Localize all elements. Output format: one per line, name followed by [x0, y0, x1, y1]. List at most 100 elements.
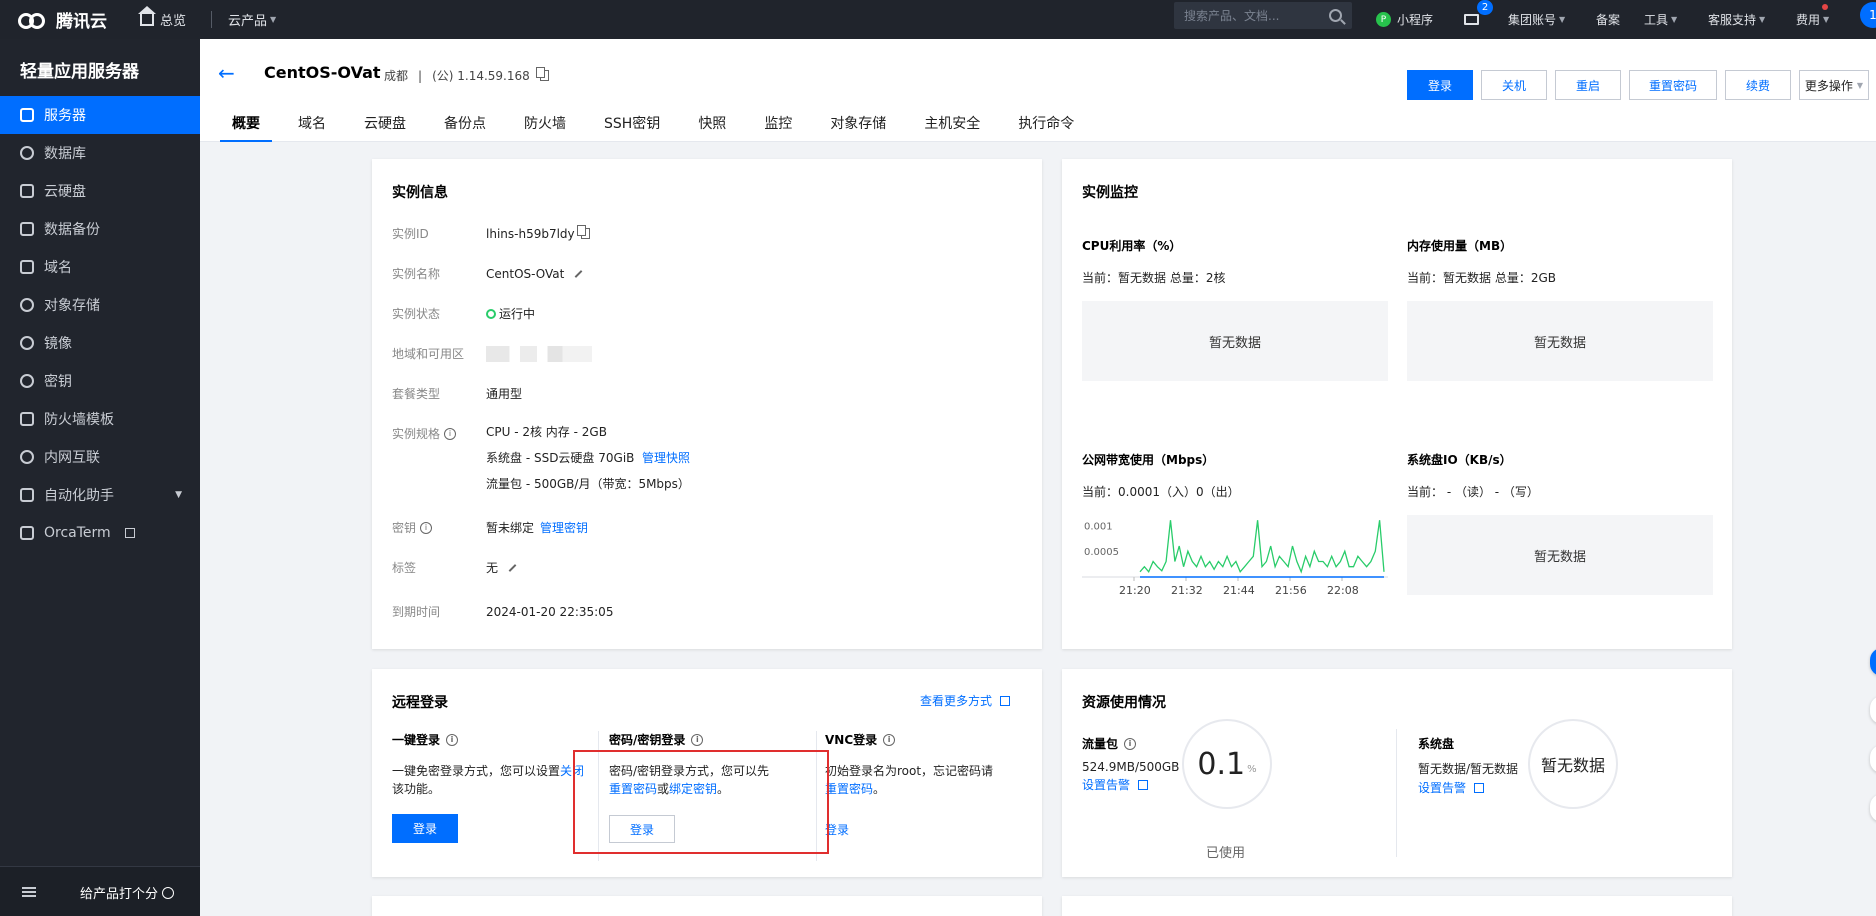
- status-badge: 运行中: [499, 307, 536, 321]
- restart-button[interactable]: 重启: [1555, 70, 1621, 100]
- floating-tool-button[interactable]: [1870, 696, 1876, 724]
- feedback-button[interactable]: 给产品打个分: [80, 883, 175, 902]
- instance-meta: 成都 | (公) 1.14.59.168: [384, 67, 549, 84]
- tab-object-storage[interactable]: 对象存储: [818, 113, 898, 142]
- manage-key-link[interactable]: 管理密钥: [540, 519, 588, 536]
- sidebar-item-server[interactable]: 服务器: [0, 96, 200, 134]
- tag-value: 无: [486, 561, 499, 575]
- sidebar-item-firewall[interactable]: 防火墙模板: [0, 400, 200, 438]
- spec-disk-line: 系统盘 - SSD云硬盘 70GiB 管理快照: [486, 445, 690, 471]
- password-login-head: 密码/密钥登录 i: [609, 731, 809, 748]
- sidebar-item-image[interactable]: 镜像: [0, 324, 200, 362]
- collapse-menu-icon[interactable]: [22, 887, 36, 897]
- copy-icon[interactable]: [576, 225, 590, 239]
- sidebar-item-disk[interactable]: 云硬盘: [0, 172, 200, 210]
- edit-icon[interactable]: [508, 563, 517, 572]
- nav-products[interactable]: 云产品 ▼: [228, 0, 276, 39]
- info-icon[interactable]: i: [444, 427, 457, 440]
- info-icon[interactable]: i: [883, 733, 896, 746]
- sidebar-item-backup[interactable]: 数据备份: [0, 210, 200, 248]
- more-login-methods-link[interactable]: 查看更多方式: [920, 692, 1010, 709]
- sidebar-item-automation[interactable]: 自动化助手 ▼: [0, 476, 200, 514]
- manage-snapshot-link[interactable]: 管理快照: [642, 451, 690, 465]
- info-value: [486, 345, 592, 362]
- topbar-item-tools[interactable]: 工具 ▼: [1644, 0, 1677, 39]
- edit-icon[interactable]: [574, 269, 583, 278]
- sidebar-item-orcaterm[interactable]: OrcaTerm: [0, 514, 200, 552]
- topbar-item-label: 费用: [1796, 13, 1821, 27]
- y-tick-label: 0.001: [1084, 521, 1113, 532]
- back-arrow-icon[interactable]: ←: [218, 63, 235, 83]
- traffic-alarm-link[interactable]: 设置告警: [1082, 776, 1179, 793]
- shutdown-button[interactable]: 关机: [1481, 70, 1547, 100]
- search-input[interactable]: 搜索产品、文档...: [1174, 2, 1352, 29]
- info-value: 无: [486, 559, 517, 576]
- sidebar-item-key[interactable]: 密钥: [0, 362, 200, 400]
- more-actions-dropdown[interactable]: 更多操作 ▼: [1799, 70, 1869, 100]
- floating-tool-button[interactable]: [1870, 745, 1876, 773]
- cpu-monitor-sub: 当前：暂无数据 总量：2核: [1082, 271, 1226, 285]
- system-disk: 系统盘 暂无数据/暂无数据 设置告警: [1418, 735, 1518, 796]
- tab-firewall[interactable]: 防火墙: [512, 113, 578, 142]
- reset-password-button[interactable]: 重置密码: [1629, 70, 1717, 100]
- disk-icon: [20, 184, 34, 198]
- memory-monitor: 内存使用量（MB） 当前：暂无数据 总量：2GB: [1407, 237, 1556, 286]
- vnc-reset-password-link[interactable]: 重置密码: [825, 782, 873, 796]
- tab-backup[interactable]: 备份点: [432, 113, 498, 142]
- desc-text: 。: [873, 782, 886, 796]
- system-disk-value: 暂无数据/暂无数据: [1418, 762, 1519, 776]
- desc-text: 一键免密登录方式，您可以设置: [392, 764, 561, 778]
- mini-program-label: 小程序: [1397, 13, 1434, 27]
- tab-overview[interactable]: 概要: [220, 113, 272, 142]
- server-icon: [20, 108, 34, 122]
- topbar-item-support[interactable]: 客服支持 ▼: [1708, 0, 1765, 39]
- x-tick-label: 21:44: [1223, 584, 1255, 597]
- mini-program-link[interactable]: P 小程序: [1376, 0, 1433, 39]
- instance-id: lhins-h59b7ldy: [486, 226, 575, 241]
- info-row-expire: 到期时间 2024-01-20 22:35:05: [392, 603, 613, 620]
- floating-help-button[interactable]: [1870, 648, 1876, 676]
- traffic-package-head: 流量包 i: [1082, 735, 1179, 752]
- sidebar-item-storage[interactable]: 对象存储: [0, 286, 200, 324]
- image-icon: [20, 336, 34, 350]
- search-icon[interactable]: [1329, 9, 1342, 22]
- tab-ssh-key[interactable]: SSH密钥: [592, 113, 672, 142]
- tab-monitor[interactable]: 监控: [752, 113, 804, 142]
- disk-alarm-link[interactable]: 设置告警: [1418, 779, 1518, 796]
- info-label: 实例状态: [392, 307, 441, 321]
- sidebar-item-database[interactable]: 数据库: [0, 134, 200, 172]
- info-value: CPU - 2核 内存 - 2GB 系统盘 - SSD云硬盘 70GiB 管理快…: [486, 419, 690, 497]
- partial-card: [372, 896, 1042, 916]
- search-placeholder: 搜索产品、文档...: [1184, 9, 1280, 23]
- tab-disk[interactable]: 云硬盘: [352, 113, 418, 142]
- tab-execute-command[interactable]: 执行命令: [1006, 113, 1086, 142]
- topbar-item-icp[interactable]: 备案: [1596, 0, 1620, 39]
- topbar-item-group-account[interactable]: 集团账号 ▼: [1508, 0, 1565, 39]
- copy-icon[interactable]: [535, 67, 549, 81]
- sidebar-item-domain[interactable]: 域名: [0, 248, 200, 286]
- info-icon[interactable]: i: [1124, 737, 1137, 750]
- chevron-down-icon: ▼: [1559, 15, 1566, 24]
- brand[interactable]: 腾讯云: [18, 0, 107, 39]
- partial-card: [1062, 896, 1732, 916]
- disk-io-monitor-sub: 当前： - （读） - （写）: [1407, 485, 1539, 499]
- nav-home[interactable]: 总览: [138, 0, 186, 39]
- info-row-zone: 地域和可用区: [392, 345, 592, 362]
- tab-domain[interactable]: 域名: [286, 113, 338, 142]
- sidebar-item-label: 数据备份: [44, 222, 100, 238]
- sidebar-item-network[interactable]: 内网互联: [0, 438, 200, 476]
- info-icon[interactable]: i: [420, 521, 433, 534]
- info-label: 标签: [392, 561, 417, 575]
- login-button[interactable]: 登录: [1407, 70, 1473, 100]
- tab-snapshot[interactable]: 快照: [686, 113, 738, 142]
- floating-tool-button[interactable]: [1870, 794, 1876, 822]
- one-click-login-button[interactable]: 登录: [392, 814, 458, 843]
- avatar[interactable]: 1: [1860, 2, 1876, 28]
- tencent-cloud-logo-icon: [18, 11, 48, 29]
- info-icon[interactable]: i: [691, 733, 704, 746]
- info-icon[interactable]: i: [446, 733, 459, 746]
- resource-usage-card: 资源使用情况 流量包 i 524.9MB/500GB 设置告警 0.1% 已使用 …: [1062, 669, 1732, 877]
- renew-button[interactable]: 续费: [1725, 70, 1791, 100]
- info-label: 实例名称: [392, 267, 441, 281]
- tab-host-security[interactable]: 主机安全: [912, 113, 992, 142]
